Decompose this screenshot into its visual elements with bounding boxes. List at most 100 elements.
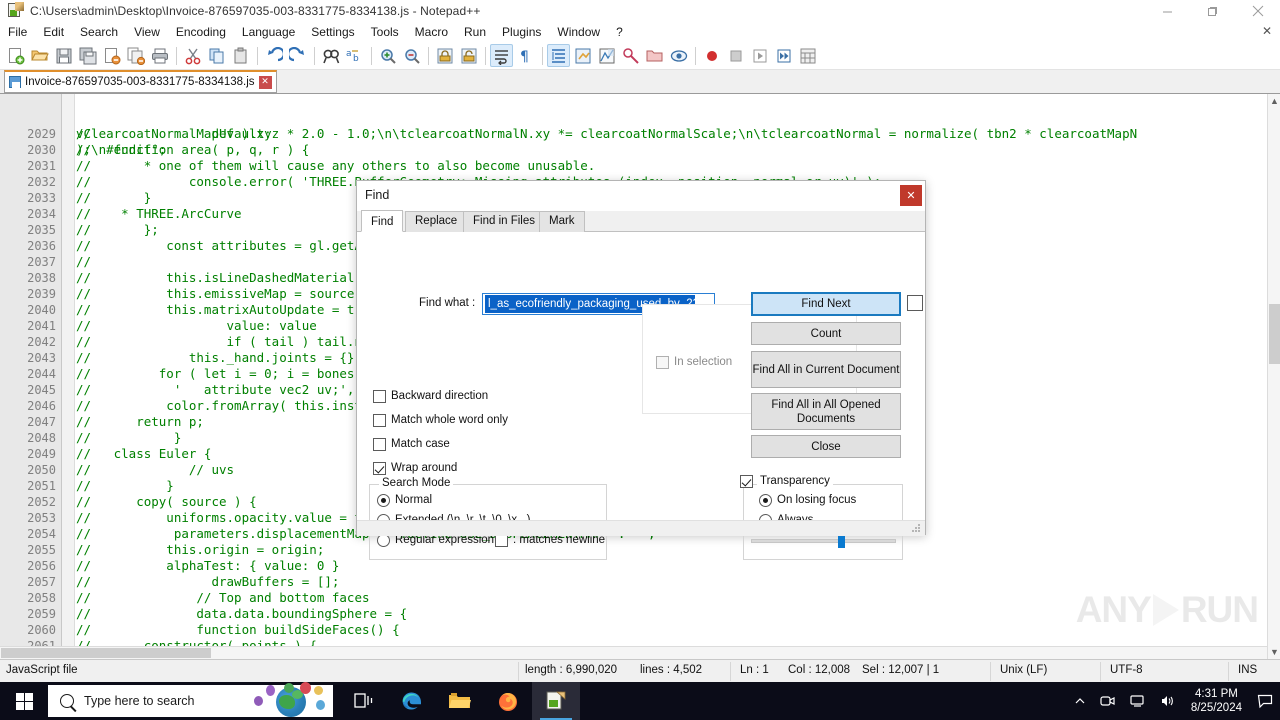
close-all-files-icon[interactable] [124, 44, 147, 67]
match-case-checkbox[interactable] [373, 438, 386, 451]
menu-plugins[interactable]: Plugins [494, 23, 549, 41]
microsoft-edge-icon[interactable] [388, 682, 436, 720]
print-icon[interactable] [148, 44, 171, 67]
copy-icon[interactable] [205, 44, 228, 67]
match-whole-word-only-checkbox[interactable] [373, 414, 386, 427]
transparency-on-losing-focus-radio[interactable] [759, 494, 772, 507]
search-mode-normal-radio[interactable] [377, 494, 390, 507]
menu-window[interactable]: Window [549, 23, 608, 41]
sync-horizontal-scroll-icon[interactable] [457, 44, 480, 67]
scroll-down-icon[interactable]: ▼ [1268, 645, 1280, 659]
tab-find-in-files[interactable]: Find in Files [463, 211, 545, 232]
notepadpp-taskbar-icon[interactable] [532, 682, 580, 720]
macro-save-icon[interactable] [796, 44, 819, 67]
find-next-button[interactable]: Find Next [751, 292, 901, 316]
menu-search[interactable]: Search [72, 23, 126, 41]
vertical-scroll-thumb[interactable] [1269, 304, 1280, 364]
find-next-extra-checkbox[interactable] [907, 295, 923, 311]
backward-direction-checkbox[interactable] [373, 390, 386, 403]
transparency-slider-thumb[interactable] [838, 534, 845, 548]
zoom-in-icon[interactable] [376, 44, 399, 67]
menu-run[interactable]: Run [456, 23, 494, 41]
tab-replace[interactable]: Replace [405, 211, 468, 232]
tab-find[interactable]: Find [361, 210, 404, 232]
firefox-icon[interactable] [484, 682, 532, 720]
save-icon[interactable] [52, 44, 75, 67]
camera-icon[interactable] [1093, 694, 1123, 708]
find-icon[interactable] [319, 44, 342, 67]
status-divider [518, 662, 519, 681]
volume-icon[interactable] [1153, 694, 1183, 708]
menu-settings[interactable]: Settings [303, 23, 362, 41]
menu-edit[interactable]: Edit [35, 23, 72, 41]
find-dialog[interactable]: Find ✕ Find Replace Find in Files Mark F… [356, 180, 926, 560]
chevron-up-icon[interactable] [1067, 695, 1093, 707]
open-file-icon[interactable] [28, 44, 51, 67]
line-text: // } [76, 190, 152, 205]
macro-stop-icon[interactable] [724, 44, 747, 67]
save-all-icon[interactable] [76, 44, 99, 67]
monitoring-icon[interactable] [667, 44, 690, 67]
horizontal-scroll-thumb[interactable] [1, 648, 211, 658]
taskbar-app-icons [340, 682, 580, 720]
start-button[interactable] [0, 682, 48, 720]
document-tab[interactable]: Invoice-876597035-003-8331775-8334138.js… [4, 70, 277, 93]
close-document-icon[interactable]: ✕ [1262, 24, 1272, 38]
macro-record-icon[interactable] [700, 44, 723, 67]
close-button[interactable]: Close [751, 435, 901, 458]
code-line: vClearcoatNormalMapUv ).xyz * 2.0 - 1.0;… [0, 94, 1268, 141]
sync-vertical-scroll-icon[interactable] [433, 44, 456, 67]
network-icon[interactable] [1123, 694, 1153, 708]
find-dialog-body: Find what : l_as_ecofriendly_packaging_u… [357, 232, 925, 560]
menu-file[interactable]: File [0, 23, 35, 41]
tab-mark[interactable]: Mark [539, 211, 585, 232]
task-view-icon[interactable] [340, 682, 388, 720]
menu-help[interactable]: ? [608, 23, 631, 41]
vertical-scrollbar[interactable]: ▲ ▼ [1267, 94, 1280, 659]
resize-grip-icon[interactable] [910, 522, 922, 534]
file-explorer-icon[interactable] [436, 682, 484, 720]
macro-playmultiple-icon[interactable] [772, 44, 795, 67]
horizontal-scrollbar[interactable] [0, 646, 1267, 659]
ui-userdefined-dialog-icon[interactable] [571, 44, 594, 67]
word-wrap-icon[interactable] [490, 44, 513, 67]
in-selection-checkbox[interactable] [656, 356, 669, 369]
count-button[interactable]: Count [751, 322, 901, 345]
redo-icon[interactable] [286, 44, 309, 67]
zoom-out-icon[interactable] [400, 44, 423, 67]
transparency-checkbox[interactable] [740, 475, 753, 488]
menu-macro[interactable]: Macro [407, 23, 456, 41]
indent-guide-icon[interactable] [547, 44, 570, 67]
minimize-icon[interactable] [1145, 0, 1190, 22]
document-map-icon[interactable] [595, 44, 618, 67]
function-list-icon[interactable] [619, 44, 642, 67]
scroll-up-icon[interactable]: ▲ [1268, 94, 1280, 108]
show-all-characters-icon[interactable]: ¶ [514, 44, 537, 67]
taskbar-clock[interactable]: 4:31 PM 8/25/2024 [1183, 687, 1250, 715]
paste-icon[interactable] [229, 44, 252, 67]
tab-close-icon[interactable]: ✕ [258, 75, 272, 89]
close-file-icon[interactable] [100, 44, 123, 67]
line-number: 2030 [27, 143, 56, 157]
replace-icon[interactable]: ab [343, 44, 366, 67]
folder-workspace-icon[interactable] [643, 44, 666, 67]
find-all-in-all-opened-documents-button[interactable]: Find All in All Opened Documents [751, 393, 901, 430]
menu-view[interactable]: View [126, 23, 168, 41]
find-all-in-current-document-button[interactable]: Find All in Current Document [751, 351, 901, 388]
undo-icon[interactable] [262, 44, 285, 67]
macro-play-icon[interactable] [748, 44, 771, 67]
line-number: 2050 [27, 463, 56, 477]
transparency-slider-track[interactable] [751, 539, 896, 543]
wrap-around-checkbox[interactable] [373, 462, 386, 475]
cut-icon[interactable] [181, 44, 204, 67]
new-file-icon[interactable] [4, 44, 27, 67]
find-dialog-close-icon[interactable]: ✕ [900, 185, 922, 206]
line-text: // copy( source ) { [76, 494, 257, 509]
menu-language[interactable]: Language [234, 23, 303, 41]
maximize-icon[interactable] [1190, 0, 1235, 22]
menu-encoding[interactable]: Encoding [168, 23, 234, 41]
menu-tools[interactable]: Tools [363, 23, 407, 41]
action-center-icon[interactable] [1250, 693, 1280, 709]
close-icon[interactable] [1235, 0, 1280, 22]
line-number: 2034 [27, 207, 56, 221]
